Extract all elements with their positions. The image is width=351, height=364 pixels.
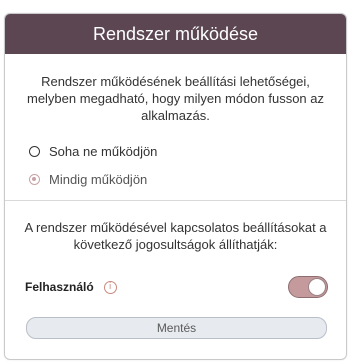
- option-never-run-label: Soha ne működjön: [49, 143, 158, 159]
- card-header: Rendszer működése: [5, 14, 346, 54]
- option-never-run[interactable]: Soha ne működjön: [29, 140, 346, 162]
- radio-always-run[interactable]: [29, 173, 40, 185]
- option-always-run[interactable]: Mindig működjön: [29, 168, 346, 190]
- user-permission-toggle[interactable]: [288, 276, 328, 298]
- settings-description: Rendszer működésének beállítási lehetősé…: [26, 74, 324, 123]
- permission-row-user: Felhasználó i: [25, 274, 328, 300]
- section-divider: [5, 200, 346, 201]
- run-mode-options: Soha ne működjön Mindig működjön: [29, 140, 346, 190]
- save-button[interactable]: Mentés: [26, 317, 327, 339]
- info-icon[interactable]: i: [103, 280, 117, 294]
- toggle-knob: [308, 278, 326, 296]
- permission-user-label: Felhasználó: [25, 280, 94, 294]
- settings-card: Rendszer működése Rendszer működésének b…: [4, 13, 347, 360]
- card-title: Rendszer működése: [92, 23, 259, 44]
- option-always-run-label: Mindig működjön: [49, 171, 148, 187]
- radio-never-run[interactable]: [29, 145, 40, 157]
- save-button-label: Mentés: [156, 321, 197, 335]
- permissions-description: A rendszer működésével kapcsolatos beáll…: [24, 220, 327, 252]
